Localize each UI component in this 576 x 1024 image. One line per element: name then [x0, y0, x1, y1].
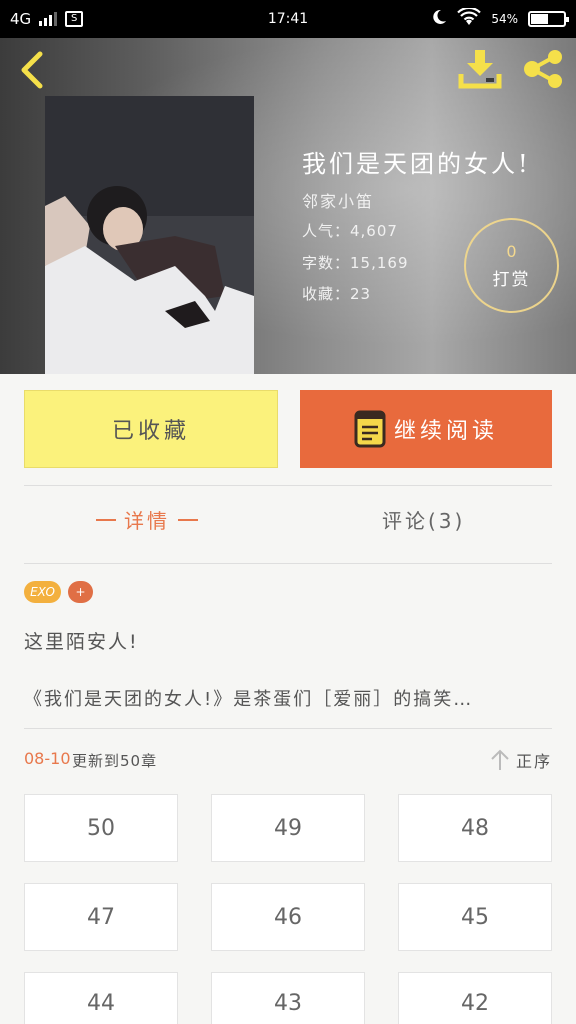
- share-icon: [524, 50, 562, 88]
- book-header: 我们是天团的女人! 邻家小笛 人气：4,607 字数：15,169 收藏：23 …: [0, 38, 576, 374]
- back-button[interactable]: [14, 50, 50, 90]
- battery-percent: 54%: [491, 12, 518, 26]
- favorited-label: 已收藏: [111, 419, 190, 444]
- tab-detail[interactable]: 详情: [96, 505, 198, 534]
- description-line-1: 这里陌安人!: [24, 631, 139, 653]
- chapter-item[interactable]: 50: [24, 794, 178, 862]
- chapter-item[interactable]: 49: [211, 794, 365, 862]
- favorited-button[interactable]: 已收藏: [24, 390, 278, 468]
- book-title: 我们是天团的女人!: [302, 150, 531, 178]
- favorites-stat: 收藏：23: [302, 285, 372, 303]
- update-text: 更新到50章: [72, 752, 158, 770]
- wifi-icon: [457, 6, 482, 30]
- chevron-left-icon: [21, 51, 43, 89]
- status-bar: 4G S 17:41 54%: [0, 0, 576, 38]
- tab-dash-left: [96, 518, 116, 521]
- update-date: 08-10: [24, 749, 71, 768]
- tab-dash-right: [178, 518, 198, 521]
- chapter-item[interactable]: 48: [398, 794, 552, 862]
- word-count-stat: 字数：15,169: [302, 254, 409, 272]
- divider: [24, 728, 552, 729]
- chapter-item[interactable]: 45: [398, 883, 552, 951]
- moon-icon: [431, 9, 447, 29]
- tag-exo[interactable]: EXO: [24, 581, 61, 603]
- book-cover-image: [45, 96, 254, 374]
- chapter-item[interactable]: 44: [24, 972, 178, 1024]
- chapter-item[interactable]: 47: [24, 883, 178, 951]
- divider: [24, 485, 552, 486]
- tab-detail-label: 详情: [124, 509, 170, 533]
- reward-label: 打赏: [492, 270, 531, 290]
- book-icon: [354, 410, 386, 448]
- continue-reading-button[interactable]: 继续阅读: [300, 390, 552, 468]
- tab-comments[interactable]: 评论(3): [382, 505, 465, 534]
- sort-label: 正序: [516, 752, 553, 771]
- reward-count: 0: [506, 242, 517, 261]
- add-tag-button[interactable]: +: [68, 581, 93, 603]
- description-line-2[interactable]: 《我们是天团的女人!》是茶蛋们［爱丽］的搞笑…: [24, 685, 552, 711]
- author-name[interactable]: 邻家小笛: [302, 188, 374, 212]
- download-icon: [458, 50, 502, 89]
- share-button[interactable]: [520, 48, 566, 90]
- sort-button[interactable]: 正序: [488, 748, 552, 772]
- chapter-item[interactable]: 43: [211, 972, 365, 1024]
- continue-reading-label: 继续阅读: [393, 419, 498, 444]
- divider: [24, 563, 552, 564]
- battery-icon: [528, 11, 569, 27]
- reward-button[interactable]: 0 打赏: [464, 218, 559, 313]
- chapter-item[interactable]: 42: [398, 972, 552, 1024]
- download-button[interactable]: [458, 48, 502, 90]
- popularity-stat: 人气：4,607: [302, 222, 398, 240]
- arrow-up-icon: [491, 749, 509, 770]
- chapter-item[interactable]: 46: [211, 883, 365, 951]
